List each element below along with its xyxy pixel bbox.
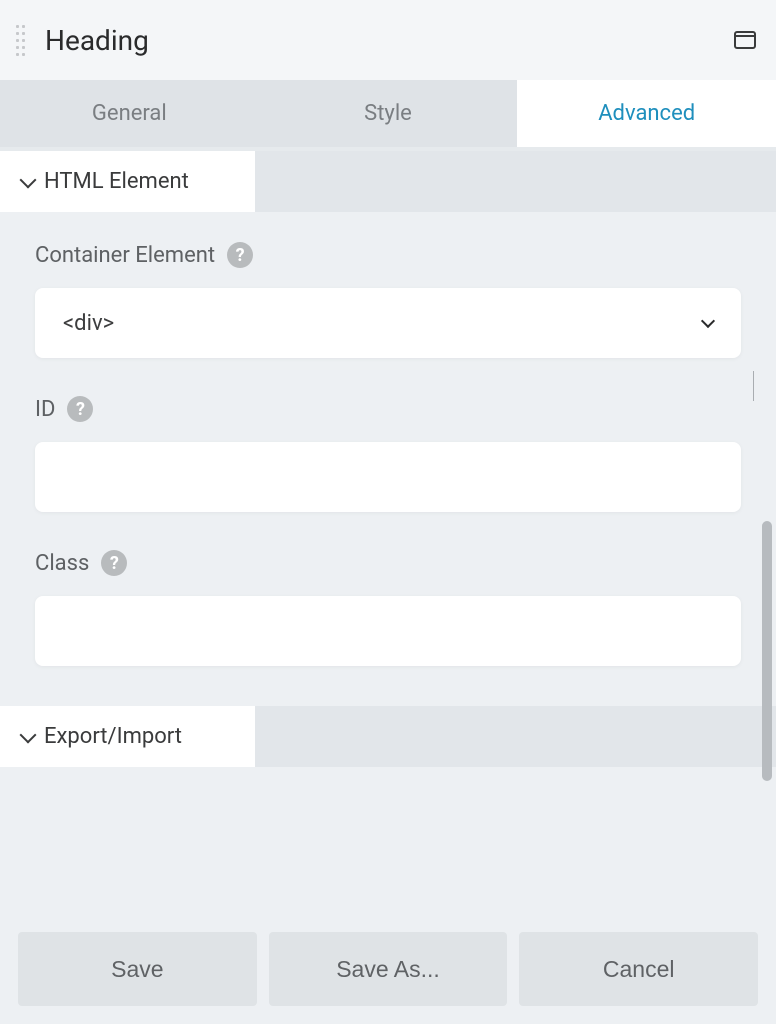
input-id[interactable] (35, 442, 741, 512)
save-button[interactable]: Save (18, 932, 257, 1006)
cancel-button[interactable]: Cancel (519, 932, 758, 1006)
section-toggle-html-element[interactable]: HTML Element (0, 151, 255, 212)
panel-scroll-area[interactable]: HTML Element Container Element ? <div> I… (0, 151, 776, 918)
field-container-element: Container Element ? <div> (35, 242, 741, 358)
tab-bar: General Style Advanced (0, 80, 776, 151)
settings-panel: Heading General Style Advanced HTML Elem… (0, 0, 776, 1024)
responsive-toggle-icon[interactable] (734, 31, 756, 49)
section-row-html-element: HTML Element (0, 151, 776, 212)
tab-general[interactable]: General (0, 80, 259, 147)
label-id: ID ? (35, 396, 741, 422)
help-icon[interactable]: ? (67, 396, 93, 422)
label-class: Class ? (35, 550, 741, 576)
spacer (0, 767, 776, 787)
chevron-down-icon (20, 171, 37, 188)
chevron-down-icon (20, 726, 37, 743)
section-title-export-import: Export/Import (44, 724, 182, 749)
section-toggle-export-import[interactable]: Export/Import (0, 706, 255, 767)
section-body-html-element: Container Element ? <div> ID ? C (0, 212, 776, 706)
tab-advanced[interactable]: Advanced (517, 80, 776, 147)
tab-style[interactable]: Style (259, 80, 518, 147)
panel-header: Heading (0, 0, 776, 80)
label-container-element: Container Element ? (35, 242, 741, 268)
select-value: <div> (63, 311, 114, 336)
panel-title: Heading (45, 24, 734, 57)
field-class: Class ? (35, 550, 741, 666)
panel-footer: Save Save As... Cancel (0, 918, 776, 1024)
help-icon[interactable]: ? (101, 550, 127, 576)
drag-handle-icon[interactable] (10, 25, 30, 56)
scrollbar-thumb[interactable] (762, 521, 772, 781)
chevron-down-icon (701, 313, 715, 327)
save-as-button[interactable]: Save As... (269, 932, 508, 1006)
field-id: ID ? (35, 396, 741, 512)
input-class[interactable] (35, 596, 741, 666)
help-icon[interactable]: ? (227, 242, 253, 268)
section-row-export-import: Export/Import (0, 706, 776, 767)
divider (753, 371, 754, 401)
section-title-html-element: HTML Element (44, 169, 189, 194)
select-container-element[interactable]: <div> (35, 288, 741, 358)
